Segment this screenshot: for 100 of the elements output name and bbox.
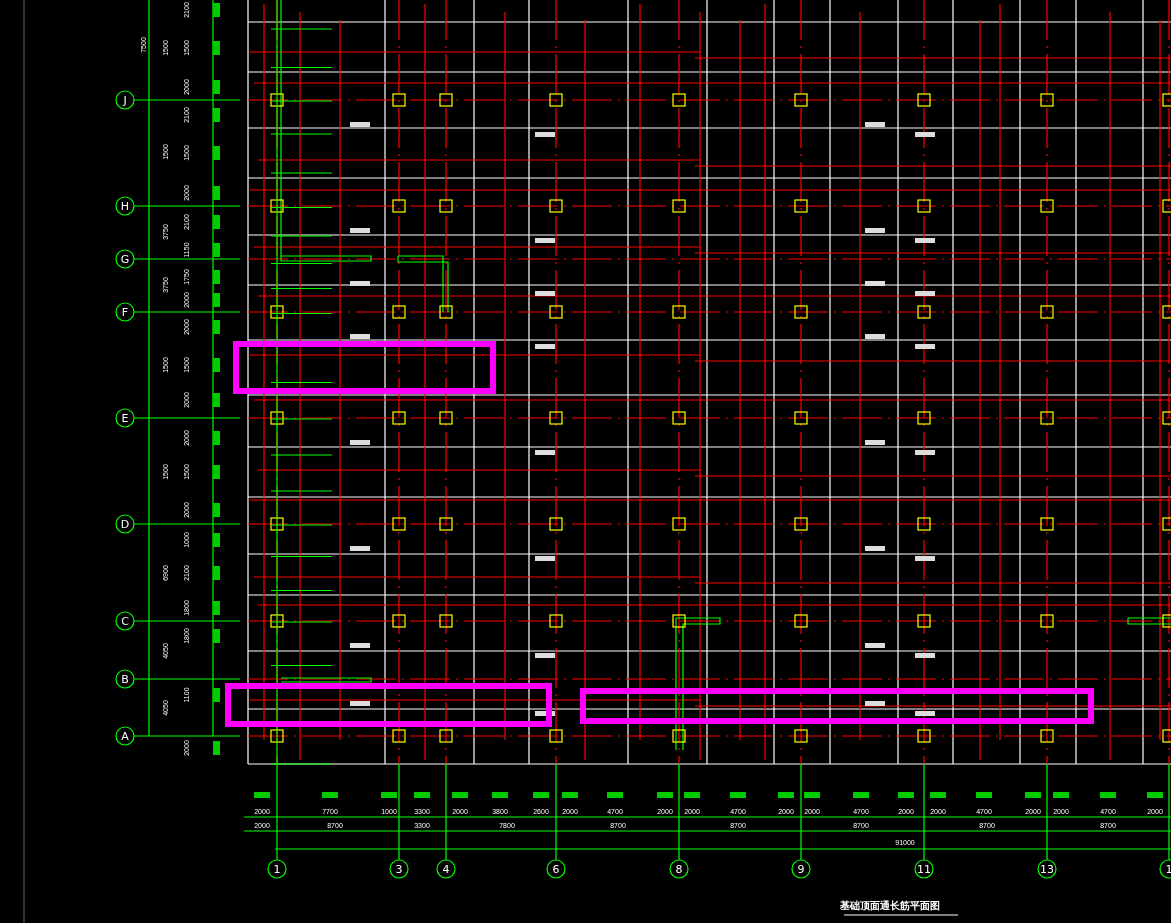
axis-label: 4: [442, 863, 450, 876]
column-marker: [549, 305, 563, 319]
rebar-annotation-mark: [865, 281, 885, 286]
axis-label: J: [123, 94, 127, 107]
rebar-annotation-mark: [350, 701, 370, 706]
column-marker: [439, 305, 453, 319]
column-marker: [917, 93, 931, 107]
column-marker: [392, 614, 406, 628]
column-marker: [672, 93, 686, 107]
column-marker: [794, 411, 808, 425]
rebar-annotation-mark: [535, 556, 555, 561]
column-marker: [794, 305, 808, 319]
wall-label-mark: [213, 320, 220, 334]
wall-label-mark: [1100, 792, 1116, 798]
column-marker: [1162, 411, 1171, 425]
column-marker: [270, 199, 284, 213]
column-marker: [270, 93, 284, 107]
rebar-annotation-mark: [865, 701, 885, 706]
column-marker: [270, 614, 284, 628]
wall-label-mark: [213, 431, 220, 445]
column-marker: [392, 411, 406, 425]
axis-label: D: [120, 518, 130, 531]
rebar-annotation-mark: [865, 122, 885, 127]
column-marker: [439, 199, 453, 213]
rebar-annotation-mark: [535, 344, 555, 349]
wall-label-mark: [1147, 792, 1163, 798]
rebar-annotation-mark: [865, 546, 885, 551]
wall-label-mark: [213, 186, 220, 200]
axis-label: 1: [1165, 863, 1171, 876]
wall-label-mark: [213, 108, 220, 122]
column-marker: [794, 93, 808, 107]
wall-label-mark: [213, 41, 220, 55]
rebar-annotation-mark: [535, 450, 555, 455]
column-marker: [392, 93, 406, 107]
axis-label: A: [121, 730, 129, 743]
column-marker: [917, 614, 931, 628]
column-marker: [794, 614, 808, 628]
wall-label-mark: [804, 792, 820, 798]
rebar-annotation-mark: [865, 440, 885, 445]
rebar-annotation-mark: [350, 546, 370, 551]
column-marker: [439, 614, 453, 628]
wall-outline: [1127, 617, 1171, 625]
rebar-annotation-mark: [915, 238, 935, 243]
wall-outline: [397, 255, 449, 313]
rebar-annotation-mark: [535, 653, 555, 658]
column-marker: [1040, 199, 1054, 213]
column-marker: [1040, 411, 1054, 425]
column-marker: [672, 729, 686, 743]
axis-label: 9: [797, 863, 805, 876]
wall-label-mark: [1025, 792, 1041, 798]
rebar-annotation-mark: [535, 132, 555, 137]
rebar-annotation-mark: [915, 711, 935, 716]
column-marker: [439, 517, 453, 531]
wall-label-mark: [657, 792, 673, 798]
wall-label-mark: [684, 792, 700, 798]
axis-label: 8: [675, 863, 683, 876]
column-marker: [439, 729, 453, 743]
column-marker: [270, 729, 284, 743]
column-marker: [1162, 517, 1171, 531]
wall-label-mark: [213, 270, 220, 284]
wall-label-mark: [778, 792, 794, 798]
wall-label-mark: [898, 792, 914, 798]
column-marker: [672, 517, 686, 531]
column-marker: [917, 517, 931, 531]
rebar-annotation-mark: [535, 291, 555, 296]
column-marker: [1162, 93, 1171, 107]
column-marker: [392, 305, 406, 319]
rebar-annotation-mark: [915, 132, 935, 137]
column-marker: [1040, 729, 1054, 743]
wall-label-mark: [213, 741, 220, 755]
rebar-annotation-mark: [915, 344, 935, 349]
axis-label: 1: [273, 863, 281, 876]
wall-label-mark: [254, 792, 270, 798]
axis-label: 3: [395, 863, 403, 876]
column-marker: [794, 517, 808, 531]
wall-label-mark: [607, 792, 623, 798]
wall-label-mark: [213, 629, 220, 643]
drawing-title: 基础顶面通长筋平面图: [840, 900, 940, 911]
wall-label-mark: [213, 503, 220, 517]
axis-label: G: [120, 253, 130, 266]
column-marker: [270, 411, 284, 425]
axis-label: H: [120, 200, 130, 213]
column-marker: [549, 199, 563, 213]
rebar-annotation-mark: [865, 643, 885, 648]
rebar-annotation-mark: [350, 122, 370, 127]
column-marker: [549, 614, 563, 628]
rebar-annotation-mark: [865, 334, 885, 339]
column-marker: [917, 411, 931, 425]
wall-label-mark: [213, 3, 220, 17]
column-marker: [549, 517, 563, 531]
rebar-annotation-mark: [350, 334, 370, 339]
column-marker: [794, 729, 808, 743]
column-marker: [392, 199, 406, 213]
column-marker: [1040, 614, 1054, 628]
wall-label-mark: [213, 80, 220, 94]
rebar-annotation-mark: [865, 228, 885, 233]
rebar-annotation-mark: [915, 653, 935, 658]
wall-label-mark: [730, 792, 746, 798]
wall-label-mark: [533, 792, 549, 798]
axis-label: 13: [1040, 863, 1054, 876]
